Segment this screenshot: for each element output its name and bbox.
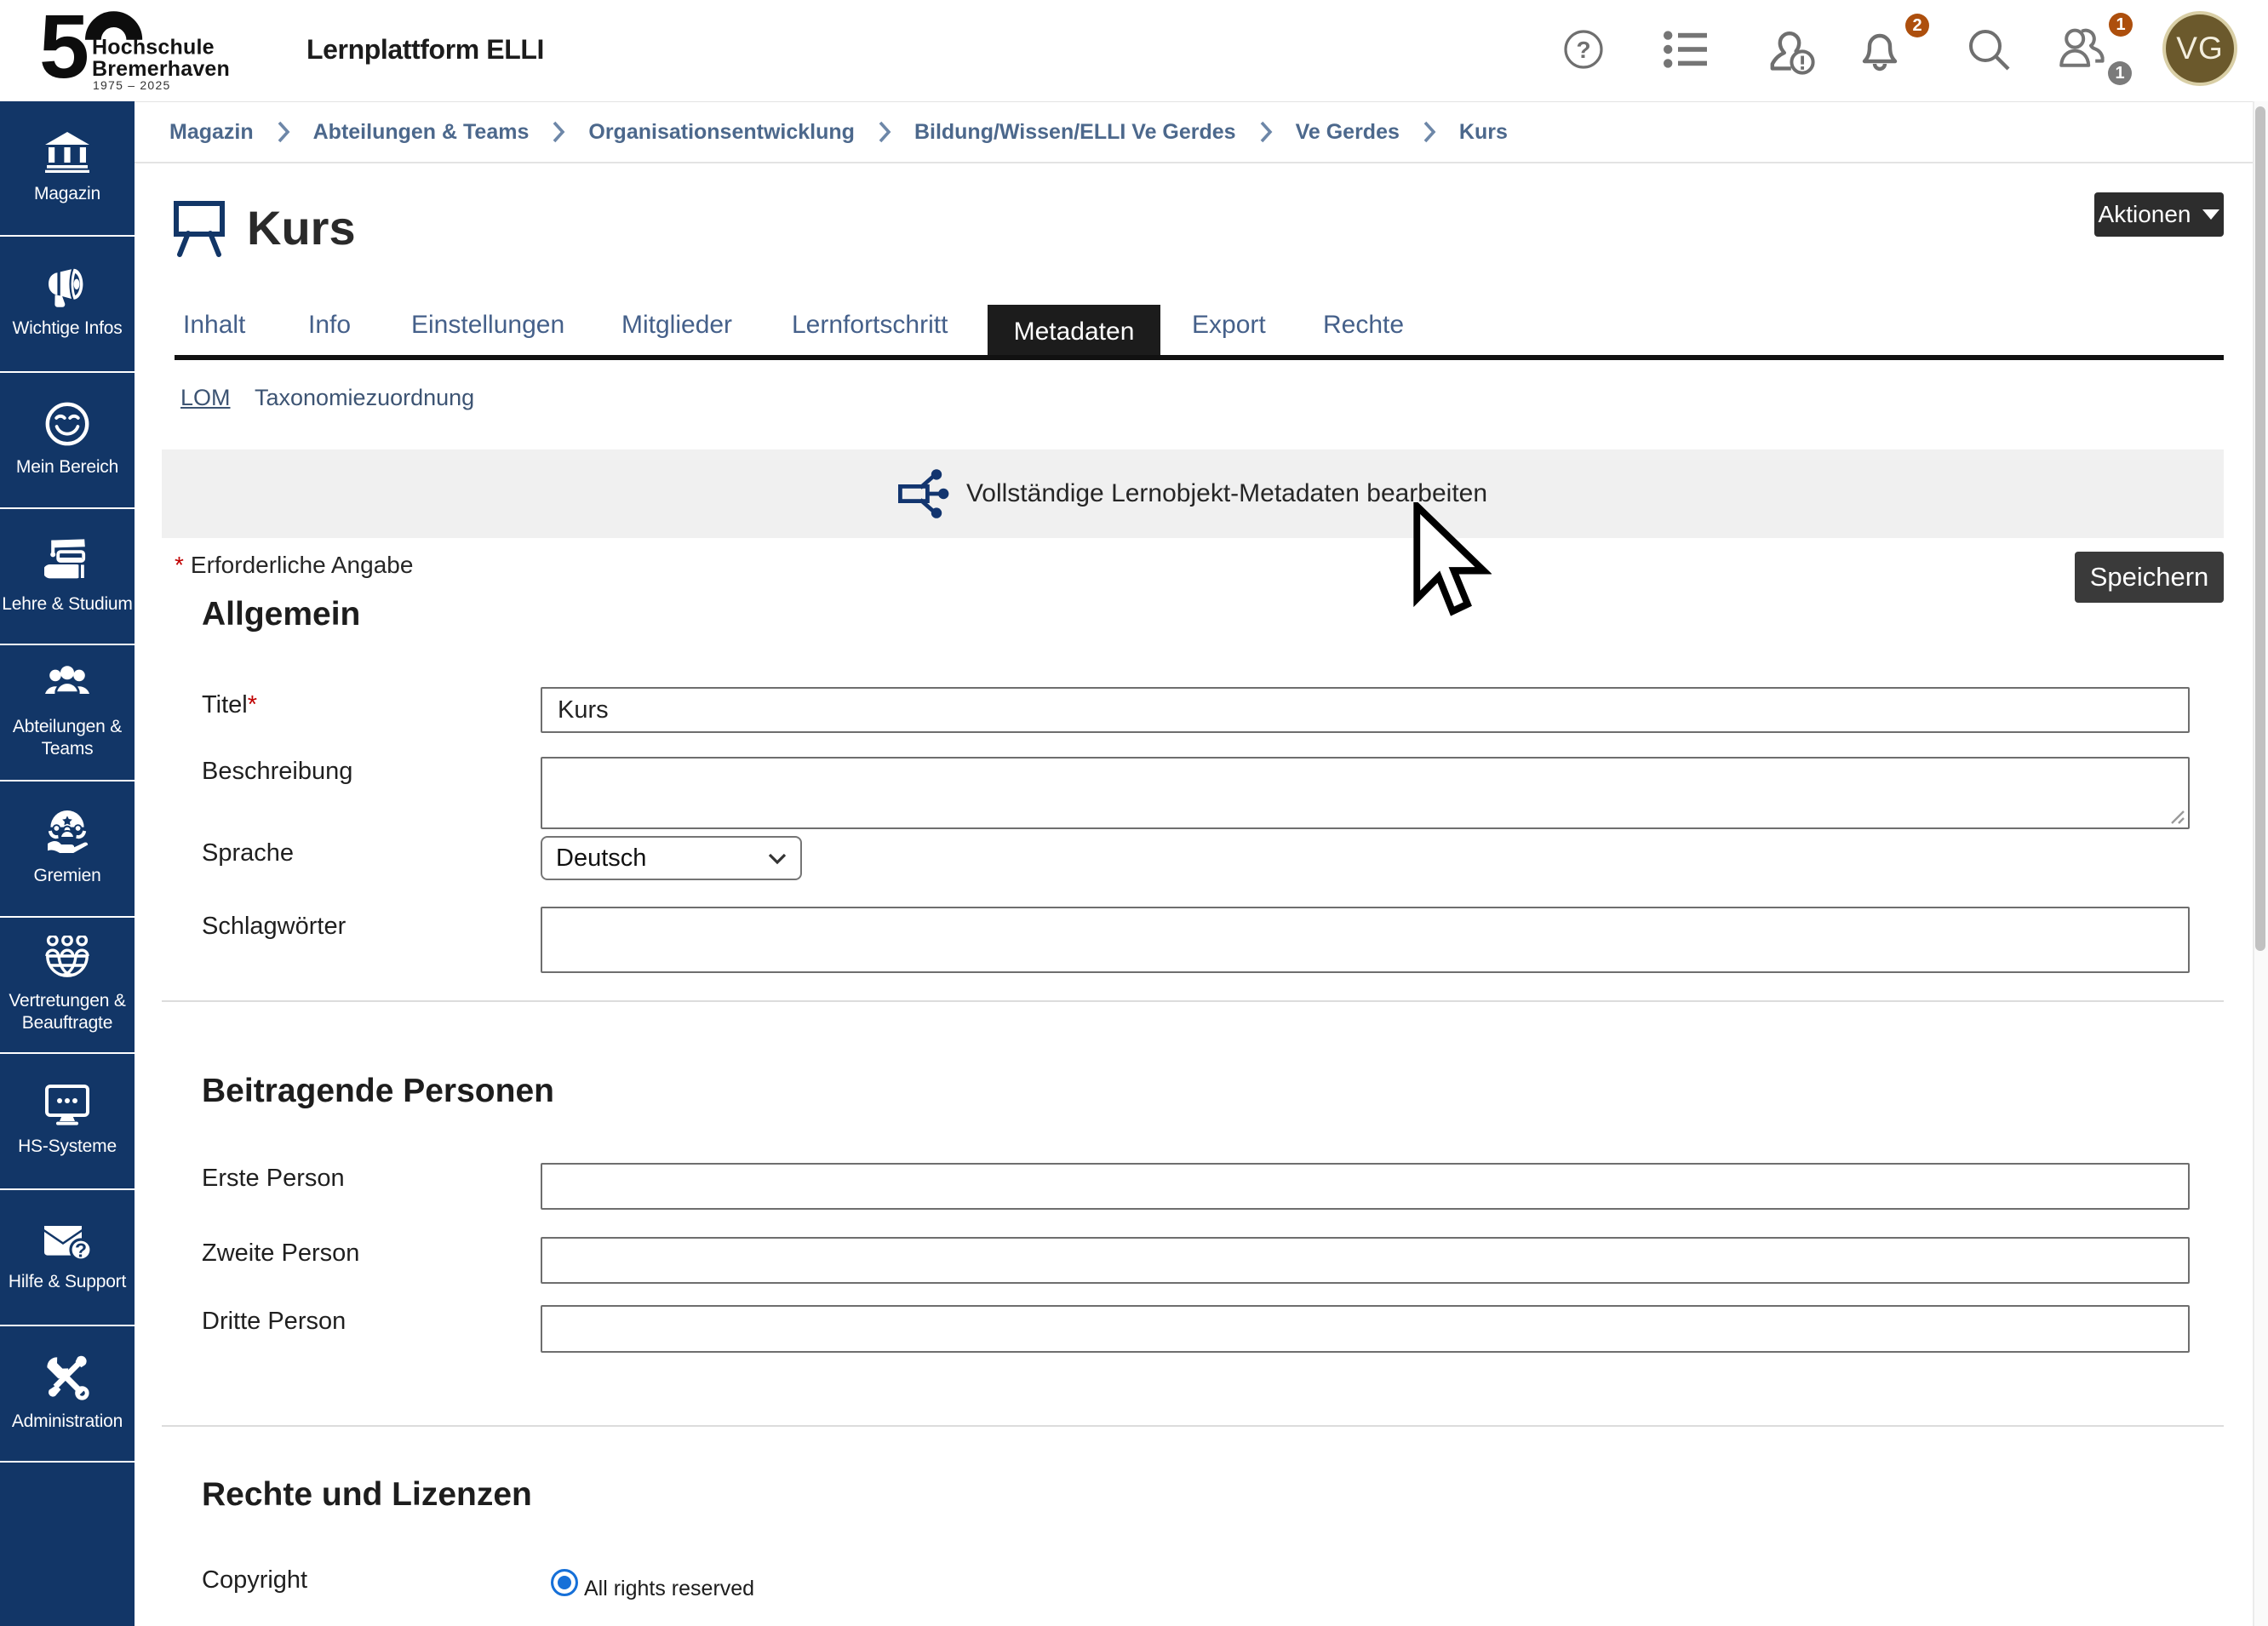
svg-text:?: ? (75, 1240, 87, 1261)
svg-text:5: 5 (39, 0, 89, 97)
svg-text:1975 – 2025: 1975 – 2025 (93, 78, 171, 92)
svg-text:?: ? (1576, 37, 1590, 63)
svg-text:Bremerhaven: Bremerhaven (92, 57, 230, 81)
svg-text:Hochschule: Hochschule (92, 35, 215, 59)
